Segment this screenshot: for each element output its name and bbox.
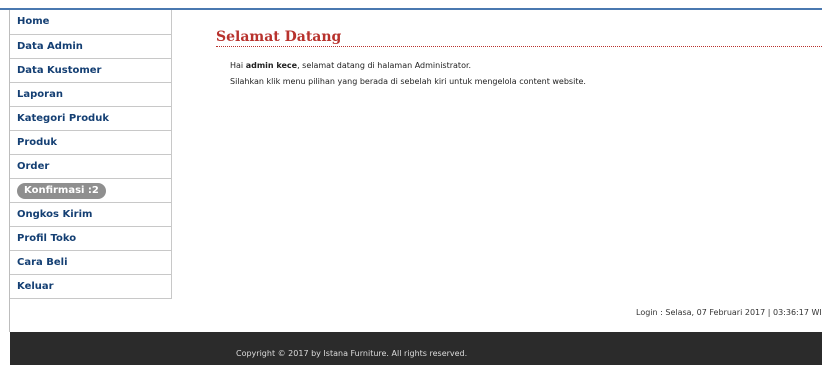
menu-item-data-admin[interactable]: Data Admin — [10, 35, 172, 59]
menu-item-order[interactable]: Order — [10, 155, 172, 179]
menu-item-cara-beli[interactable]: Cara Beli — [10, 251, 172, 275]
greeting-suffix: , selamat datang di halaman Administrato… — [297, 61, 472, 70]
instruction-text: Silahkan klik menu pilihan yang berada d… — [230, 77, 586, 86]
admin-username: admin kece — [245, 61, 298, 70]
login-timestamp: Login : Selasa, 07 Februari 2017 | 03:36… — [636, 308, 822, 317]
copyright-text: Copyright © 2017 by Istana Furniture. Al… — [236, 349, 468, 358]
menu-item-keluar[interactable]: Keluar — [10, 275, 172, 299]
admin-sidebar-menu: Home Data Admin Data Kustomer Laporan Ka… — [10, 10, 172, 299]
menu-item-profil-toko[interactable]: Profil Toko — [10, 227, 172, 251]
menu-item-produk[interactable]: Produk — [10, 131, 172, 155]
greeting-text: Hai admin kece, selamat datang di halama… — [230, 61, 471, 70]
main-content: Selamat Datang Hai admin kece, selamat d… — [172, 10, 822, 300]
menu-item-data-kustomer[interactable]: Data Kustomer — [10, 59, 172, 83]
menu-item-konfirmasi[interactable]: Konfirmasi :2 — [10, 179, 172, 203]
greeting-prefix: Hai — [230, 61, 246, 70]
page-footer: Copyright © 2017 by Istana Furniture. Al… — [10, 332, 822, 365]
page-title: Selamat Datang — [216, 29, 822, 47]
menu-item-home[interactable]: Home — [10, 10, 172, 35]
menu-item-ongkos-kirim[interactable]: Ongkos Kirim — [10, 203, 172, 227]
menu-item-laporan[interactable]: Laporan — [10, 83, 172, 107]
konfirmasi-count-badge[interactable]: Konfirmasi :2 — [17, 182, 106, 199]
menu-item-kategori-produk[interactable]: Kategori Produk — [10, 107, 172, 131]
